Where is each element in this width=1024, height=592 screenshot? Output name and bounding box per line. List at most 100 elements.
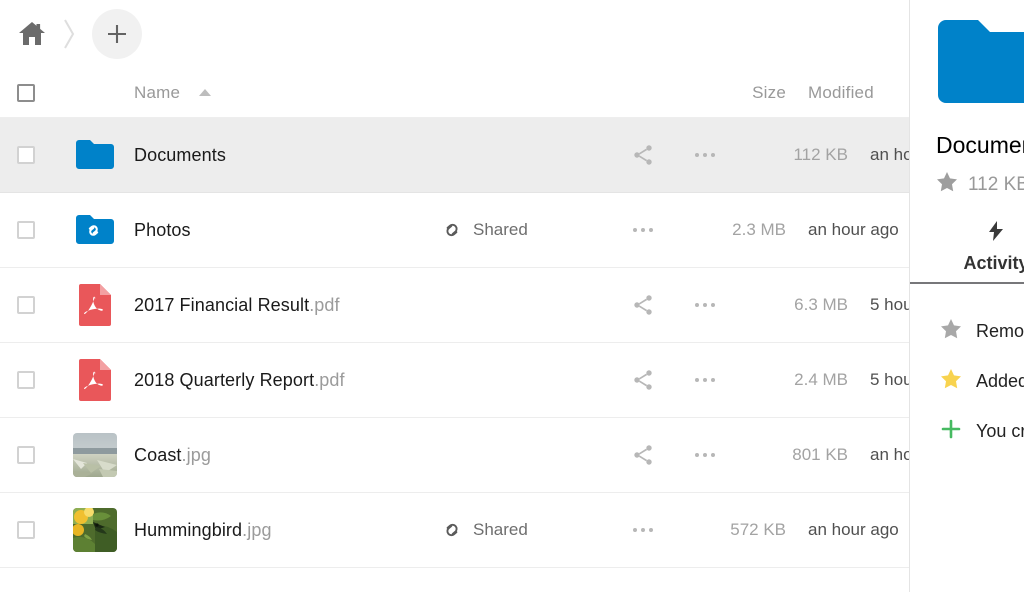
row-name-cell[interactable]: Documents bbox=[52, 132, 442, 178]
row-actions-menu[interactable] bbox=[612, 227, 674, 233]
file-name: Hummingbird.jpg bbox=[134, 520, 272, 541]
share-action-icon[interactable] bbox=[612, 368, 674, 392]
column-header-size-label: Size bbox=[752, 82, 786, 102]
file-extension: .pdf bbox=[309, 294, 340, 315]
row-checkbox[interactable] bbox=[0, 296, 52, 314]
row-checkbox[interactable] bbox=[0, 371, 52, 389]
file-size: 2.3 MB bbox=[732, 220, 786, 239]
star-icon-gold bbox=[940, 368, 962, 394]
sidebar-tab-bar: Activity bbox=[910, 220, 1024, 284]
folder-shared-link-icon bbox=[72, 207, 118, 253]
row-checkbox[interactable] bbox=[0, 446, 52, 464]
files-pane: Name Size Modified Documents 112 KB an P… bbox=[0, 0, 961, 592]
row-checkbox[interactable] bbox=[0, 521, 52, 539]
plus-icon-green bbox=[940, 418, 962, 445]
list-item[interactable]: Added bbox=[910, 356, 1024, 406]
share-action-icon[interactable] bbox=[612, 293, 674, 317]
file-extension: .jpg bbox=[181, 444, 211, 465]
file-name-base: Coast bbox=[134, 444, 182, 465]
file-size: 801 KB bbox=[792, 445, 848, 464]
checkbox-box bbox=[17, 371, 35, 389]
file-name: Coast.jpg bbox=[134, 445, 211, 466]
file-name-base: 2017 Financial Result bbox=[134, 294, 310, 315]
share-action-icon[interactable] bbox=[612, 143, 674, 167]
row-actions-menu[interactable] bbox=[612, 527, 674, 533]
table-row[interactable]: 2018 Quarterly Report.pdf 2.4 MB 5 hours bbox=[0, 343, 960, 418]
sidebar-file-size: 112 KB bbox=[968, 173, 1024, 195]
list-item[interactable]: You created bbox=[910, 406, 1024, 456]
column-header-name[interactable]: Name bbox=[52, 83, 442, 103]
column-header-modified-label: Modified bbox=[808, 82, 874, 102]
row-actions-menu[interactable] bbox=[674, 302, 736, 308]
tab-activity[interactable]: Activity bbox=[910, 220, 1024, 282]
file-extension: .pdf bbox=[314, 369, 345, 390]
file-name-base: 2018 Quarterly Report bbox=[134, 369, 315, 390]
row-name-cell[interactable]: 2018 Quarterly Report.pdf bbox=[52, 357, 442, 403]
checkbox-box bbox=[17, 296, 35, 314]
row-share-cell[interactable]: Shared bbox=[442, 220, 612, 240]
row-name-cell[interactable]: Coast.jpg bbox=[52, 432, 442, 478]
file-size: 6.3 MB bbox=[794, 295, 848, 314]
row-name-cell[interactable]: Photos bbox=[52, 207, 442, 253]
select-all-checkbox[interactable] bbox=[0, 83, 52, 102]
row-actions-menu[interactable] bbox=[674, 152, 736, 158]
image-thumbnail-coast bbox=[72, 432, 118, 478]
activity-list: Removed Added You created bbox=[910, 284, 1024, 456]
sidebar-file-title: Documents bbox=[936, 132, 1024, 158]
file-modified: an hour ago bbox=[808, 220, 899, 239]
row-name-cell[interactable]: Hummingbird.jpg bbox=[52, 507, 442, 553]
file-size: 572 KB bbox=[730, 520, 786, 539]
row-modified: an hour ago bbox=[786, 220, 906, 240]
ellipsis-icon bbox=[632, 527, 654, 533]
row-size: 2.4 MB bbox=[736, 370, 848, 390]
ellipsis-icon bbox=[694, 152, 716, 158]
table-row[interactable]: Documents 112 KB an hour ago bbox=[0, 118, 961, 193]
image-thumbnail-hummingbird bbox=[72, 507, 118, 553]
table-header: Name Size Modified bbox=[0, 68, 909, 118]
row-checkbox[interactable] bbox=[0, 146, 52, 164]
file-size: 2.4 MB bbox=[794, 370, 848, 389]
activity-text: Added bbox=[976, 370, 1024, 391]
breadcrumb-separator bbox=[56, 17, 82, 51]
row-actions-menu[interactable] bbox=[674, 377, 736, 383]
row-name-cell[interactable]: 2017 Financial Result.pdf bbox=[52, 282, 442, 328]
row-checkbox[interactable] bbox=[0, 221, 52, 239]
list-item[interactable]: Removed bbox=[910, 306, 1024, 356]
row-actions-menu[interactable] bbox=[674, 452, 736, 458]
table-row[interactable]: 2017 Financial Result.pdf 6.3 MB 5 hours bbox=[0, 268, 960, 343]
table-row[interactable]: Photos Shared 2.3 MB an hour ago bbox=[0, 193, 909, 268]
sort-ascending-caret-icon[interactable] bbox=[198, 88, 212, 97]
file-name-base: Photos bbox=[134, 219, 191, 240]
sidebar-file-meta: 112 KB bbox=[910, 171, 1024, 198]
column-header-modified[interactable]: Modified bbox=[786, 83, 906, 103]
folder-icon bbox=[72, 132, 118, 178]
table-row[interactable]: Coast.jpg 801 KB an hour ago bbox=[0, 418, 961, 493]
checkbox-box bbox=[17, 521, 35, 539]
row-size: 572 KB bbox=[674, 520, 786, 540]
star-icon-gray bbox=[940, 318, 962, 344]
share-action-icon[interactable] bbox=[612, 443, 674, 467]
add-new-button[interactable] bbox=[92, 9, 142, 59]
star-icon[interactable] bbox=[936, 171, 958, 198]
activity-text: You created bbox=[976, 420, 1024, 441]
details-sidebar: Documents 112 KB Activity bbox=[909, 0, 1024, 592]
file-name: Photos bbox=[134, 220, 191, 241]
row-modified: an hour ago bbox=[786, 520, 906, 540]
shared-indicator[interactable]: Shared bbox=[442, 220, 528, 240]
ellipsis-icon bbox=[632, 227, 654, 233]
file-name: Documents bbox=[134, 145, 226, 166]
row-share-cell[interactable]: Shared bbox=[442, 520, 612, 540]
file-size: 112 KB bbox=[793, 145, 848, 164]
file-extension: .jpg bbox=[242, 519, 272, 540]
column-header-size[interactable]: Size bbox=[674, 83, 786, 103]
table-row[interactable]: Hummingbird.jpg Shared 572 KB an hour ag… bbox=[0, 493, 909, 568]
row-size: 112 KB bbox=[736, 145, 848, 165]
home-icon[interactable] bbox=[10, 12, 54, 56]
file-modified: an hour ago bbox=[808, 520, 899, 539]
row-size: 801 KB bbox=[736, 445, 848, 465]
file-manager-app: Name Size Modified Documents 112 KB an P… bbox=[0, 0, 1024, 592]
ellipsis-icon bbox=[694, 452, 716, 458]
row-size: 2.3 MB bbox=[674, 220, 786, 240]
shared-indicator[interactable]: Shared bbox=[442, 520, 528, 540]
activity-bolt-icon bbox=[987, 220, 1005, 247]
